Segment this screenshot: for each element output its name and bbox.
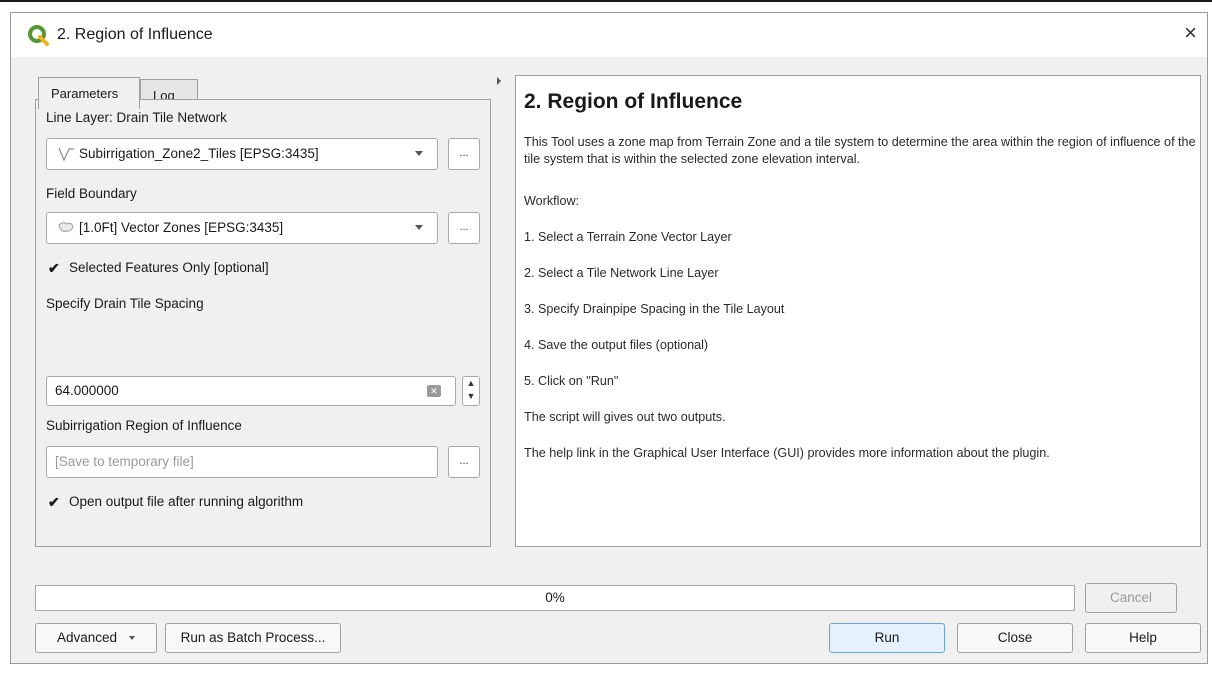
help-outputs-note: The script will gives out two outputs.	[524, 410, 726, 424]
line-layer-icon	[58, 147, 74, 162]
help-description: This Tool uses a zone map from Terrain Z…	[524, 135, 1196, 166]
help-title: 2. Region of Influence	[524, 90, 743, 113]
top-border-line	[0, 0, 1212, 2]
qgis-logo-icon	[28, 25, 49, 46]
spacing-input[interactable]: 64.000000 ✕	[46, 376, 456, 406]
chevron-down-icon	[415, 151, 423, 156]
close-button[interactable]: Close	[957, 623, 1073, 653]
advanced-label: Advanced	[56, 630, 118, 645]
checkmark-icon: ✔	[48, 260, 60, 276]
line-layer-browse-button[interactable]: ...	[448, 138, 480, 170]
line-layer-label: Line Layer: Drain Tile Network	[46, 110, 227, 125]
title-bar: 2. Region of Influence ×	[11, 13, 1207, 57]
spin-down-icon[interactable]: ▼	[463, 390, 479, 403]
checkmark-icon: ✔	[48, 494, 60, 510]
output-browse-button[interactable]: ...	[448, 446, 480, 478]
help-button[interactable]: Help	[1085, 623, 1201, 653]
progress-bar: 0%	[35, 585, 1075, 611]
cancel-button[interactable]: Cancel	[1085, 583, 1177, 613]
help-step: 3. Specify Drainpipe Spacing in the Tile…	[524, 302, 785, 316]
algorithm-dialog: 2. Region of Influence × Parameters Log …	[10, 12, 1208, 664]
help-workflow-heading: Workflow:	[524, 194, 580, 208]
help-step: 4. Save the output files (optional)	[524, 338, 709, 352]
help-step: 1. Select a Terrain Zone Vector Layer	[524, 230, 732, 244]
spacing-spinner[interactable]: ▲ ▼	[462, 376, 480, 406]
selected-features-label: Selected Features Only [optional]	[69, 260, 269, 275]
line-layer-combo[interactable]: Subirrigation_Zone2_Tiles [EPSG:3435]	[46, 138, 438, 170]
spacing-label: Specify Drain Tile Spacing	[46, 296, 204, 311]
parameters-panel: Line Layer: Drain Tile Network Subirriga…	[35, 99, 491, 547]
field-boundary-value: [1.0Ft] Vector Zones [EPSG:3435]	[79, 220, 284, 235]
output-file-input[interactable]: [Save to temporary file]	[46, 446, 438, 478]
output-placeholder: [Save to temporary file]	[55, 454, 194, 469]
field-boundary-label: Field Boundary	[46, 186, 137, 201]
open-output-checkbox[interactable]: ✔ Open output file after running algorith…	[48, 494, 303, 509]
open-output-label: Open output file after running algorithm	[69, 494, 304, 509]
chevron-down-icon	[129, 636, 136, 640]
progress-label: 0%	[545, 590, 565, 605]
clear-icon[interactable]: ✕	[427, 385, 441, 397]
line-layer-value: Subirrigation_Zone2_Tiles [EPSG:3435]	[79, 146, 319, 161]
tab-parameters[interactable]: Parameters	[38, 77, 140, 109]
spin-up-icon[interactable]: ▲	[463, 377, 479, 390]
help-step: 5. Click on "Run"	[524, 374, 619, 388]
run-button[interactable]: Run	[829, 623, 945, 653]
window-title: 2. Region of Influence	[57, 26, 213, 43]
help-step: 2. Select a Tile Network Line Layer	[524, 266, 719, 280]
selected-features-checkbox[interactable]: ✔ Selected Features Only [optional]	[48, 260, 269, 275]
spacing-value: 64.000000	[55, 383, 119, 398]
tab-parameters-label: Parameters	[51, 86, 119, 101]
close-icon[interactable]: ×	[1184, 20, 1197, 46]
field-boundary-combo[interactable]: [1.0Ft] Vector Zones [EPSG:3435]	[46, 212, 438, 244]
advanced-button[interactable]: Advanced	[35, 623, 157, 653]
help-link-note: The help link in the Graphical User Inte…	[524, 446, 1050, 460]
panel-splitter-arrow-icon[interactable]	[497, 77, 501, 85]
output-label: Subirrigation Region of Influence	[46, 418, 242, 433]
help-panel: 2. Region of Influence This Tool uses a …	[515, 75, 1201, 547]
run-as-batch-button[interactable]: Run as Batch Process...	[165, 623, 341, 653]
field-boundary-browse-button[interactable]: ...	[448, 212, 480, 244]
chevron-down-icon	[415, 225, 423, 230]
polygon-layer-icon	[58, 222, 74, 232]
